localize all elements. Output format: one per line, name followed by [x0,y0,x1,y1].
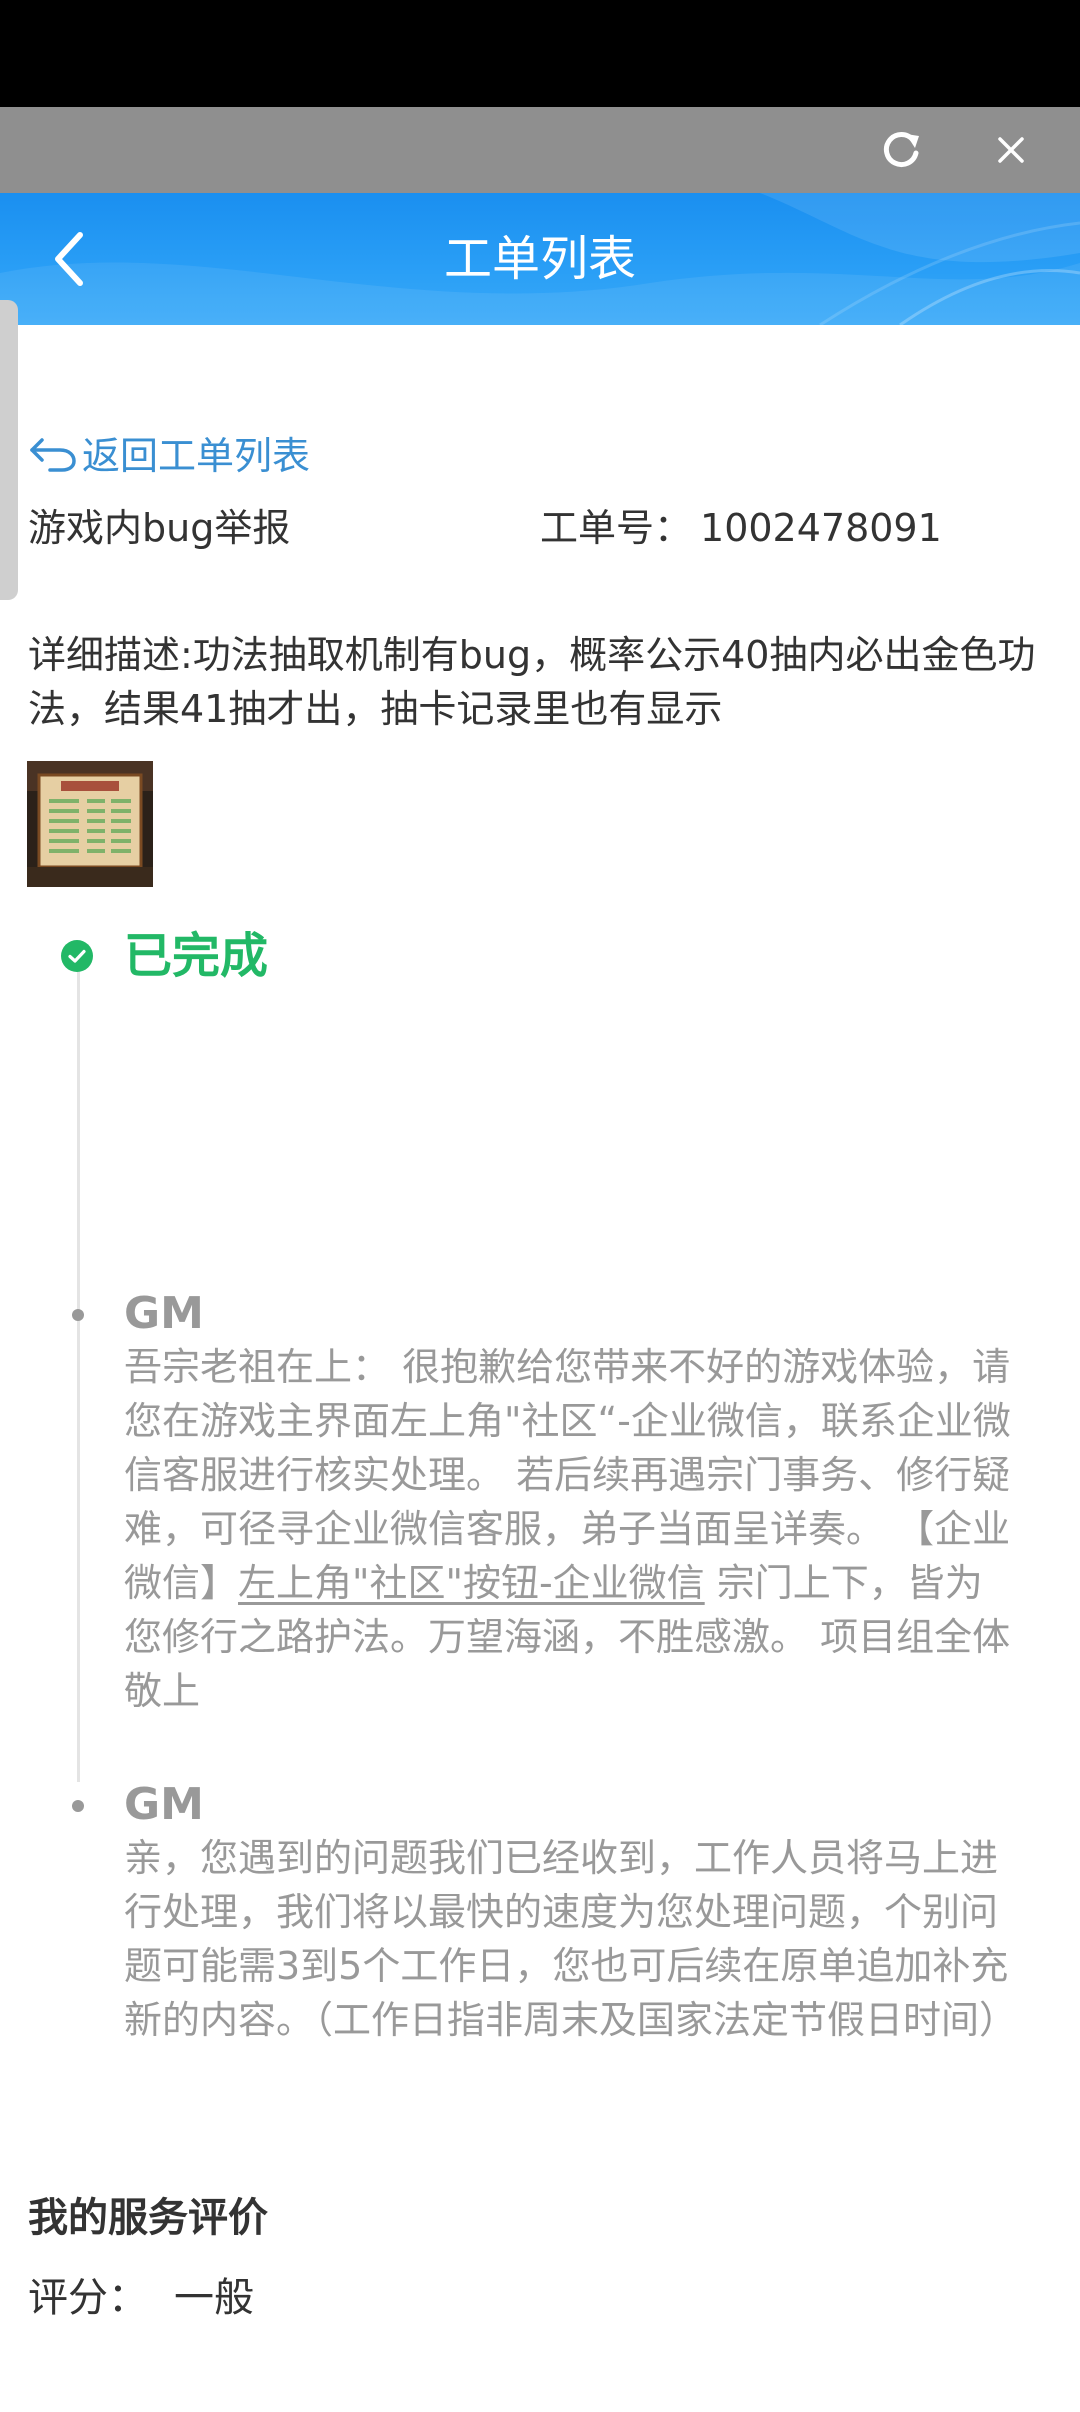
message-link[interactable]: 左上角"社区"按钮-企业微信 [238,1561,705,1605]
ticket-number: 工单号： 1002478091 [540,500,942,556]
message-body: 吾宗老祖在上： 很抱歉给您带来不好的游戏体验，请您在游戏主界面左上角"社区“-企… [124,1340,1014,1718]
attachment-thumbnail[interactable] [27,761,153,887]
message-author: GM [124,1779,204,1830]
page-header: 工单列表 [0,193,1080,325]
refresh-icon[interactable] [875,123,929,177]
message-author: GM [124,1288,204,1339]
evaluation-score: 评分： 一般 [28,2268,254,2328]
score-label: 评分： [28,2275,148,2321]
return-to-list-link[interactable]: 返回工单列表 [28,424,310,480]
message-body: 亲，您遇到的问题我们已经收到，工作人员将马上进行处理，我们将以最快的速度为您处理… [124,1836,1018,2042]
ticket-description: 详细描述:功法抽取机制有bug，概率公示40抽内必出金色功法，结果41抽才出，抽… [28,633,1036,731]
ticket-number-label: 工单号： [540,506,693,550]
close-icon[interactable] [984,123,1038,177]
ticket-number-value: 1002478091 [700,506,942,550]
check-circle-icon [61,940,93,972]
status-label: 已完成 [124,928,269,984]
score-value: 一般 [174,2275,254,2321]
return-arrow-icon [30,438,76,472]
timeline-line [77,962,80,1782]
page-title: 工单列表 [443,231,636,287]
browser-toolbar [0,107,1080,193]
ticket-type: 游戏内bug举报 [28,506,291,550]
timeline-dot [72,1309,84,1321]
side-drawer-handle[interactable] [0,300,18,600]
service-evaluation-title: 我的服务评价 [28,2195,268,2241]
timeline-dot [72,1800,84,1812]
return-link-label: 返回工单列表 [82,433,311,478]
status-bar [0,0,1080,107]
